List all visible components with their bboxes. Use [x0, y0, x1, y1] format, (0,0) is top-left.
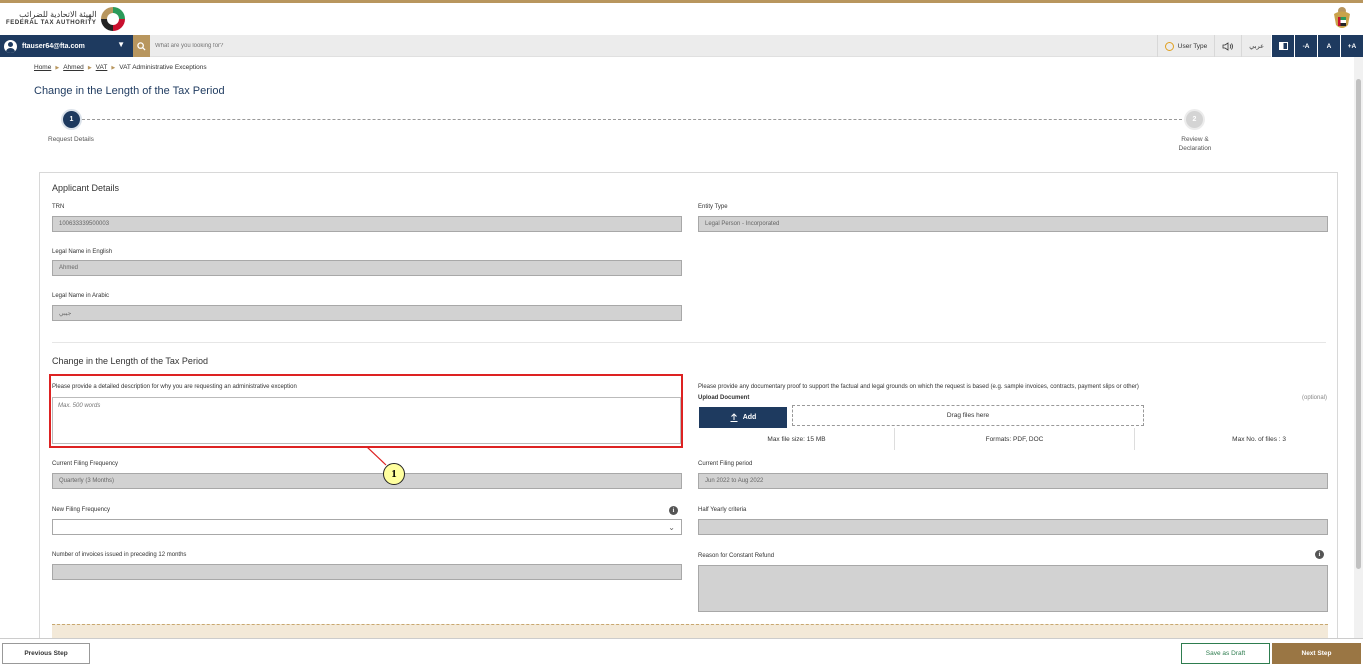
file-formats: Formats: PDF, DOC: [895, 428, 1135, 450]
trn-label: TRN: [52, 204, 65, 210]
optional-label: (optional): [1301, 395, 1327, 401]
language-toggle[interactable]: عربي: [1241, 35, 1271, 57]
legal-name-english-field: Ahmed: [52, 260, 682, 276]
change-period-title: Change in the Length of the Tax Period: [52, 356, 208, 366]
trn-field: 100633339500003: [52, 216, 682, 232]
font-normal-button[interactable]: A: [1317, 35, 1340, 57]
current-filing-frequency-label: Current Filing Frequency: [52, 461, 119, 467]
entity-type-field: Legal Person - Incorporated: [698, 216, 1328, 232]
contrast-button[interactable]: [1271, 35, 1294, 57]
legal-name-english-label: Legal Name in English: [52, 249, 113, 255]
save-as-draft-button[interactable]: Save as Draft: [1181, 643, 1270, 664]
header: الهيئة الاتحادية للضرائب FEDERAL TAX AUT…: [0, 3, 1363, 35]
breadcrumb-ahmed[interactable]: Ahmed: [63, 64, 84, 71]
step-2-indicator: 2: [1186, 111, 1203, 128]
search-input[interactable]: [155, 38, 755, 54]
max-files: Max No. of files : 3: [1232, 435, 1286, 443]
user-account-dropdown[interactable]: ftauser64@fta.com ▼: [0, 35, 133, 57]
reason-constant-refund-field: [698, 565, 1328, 612]
highlight-annotation-box: [49, 374, 683, 448]
add-document-button[interactable]: Add: [699, 407, 787, 428]
vertical-scrollbar[interactable]: [1354, 57, 1363, 642]
breadcrumb-separator-icon: ▶: [55, 64, 60, 71]
legal-name-arabic-label: Legal Name in Arabic: [52, 293, 110, 299]
speaker-button[interactable]: [1214, 35, 1241, 57]
max-file-size: Max file size: 15 MB: [699, 428, 895, 450]
number-of-invoices-label: Number of invoices issued in preceding 1…: [52, 552, 187, 558]
footer-bar: Previous Step Save as Draft Next Step: [0, 638, 1363, 666]
top-navbar: ftauser64@fta.com ▼ User Type عربي -A A …: [0, 35, 1363, 57]
breadcrumb-vat[interactable]: VAT: [96, 64, 108, 71]
upload-icon: [730, 413, 738, 422]
stepper-line: [72, 119, 1187, 120]
form-panel: Applicant Details TRN 100633339500003 En…: [39, 172, 1338, 644]
step-2-label: Review & Declaration: [1178, 136, 1212, 152]
new-filing-frequency-select[interactable]: ⌄: [52, 519, 682, 535]
info-icon[interactable]: i: [1315, 550, 1324, 559]
font-decrease-button[interactable]: -A: [1294, 35, 1317, 57]
logo-arabic-text: الهيئة الاتحادية للضرائب: [19, 10, 97, 19]
contrast-icon: [1278, 42, 1288, 50]
fta-logo[interactable]: الهيئة الاتحادية للضرائب FEDERAL TAX AUT…: [6, 6, 125, 32]
entity-type-label: Entity Type: [698, 204, 728, 210]
search-icon: [137, 41, 146, 51]
current-filing-period-field: Jun 2022 to Aug 2022: [698, 473, 1328, 489]
fta-logo-icon: [100, 7, 125, 31]
half-yearly-criteria-label: Half Yearly criteria: [698, 507, 747, 513]
current-filing-period-label: Current Filing period: [698, 461, 753, 467]
step-1-indicator: 1: [63, 111, 80, 128]
uae-emblem-icon: [1334, 7, 1350, 28]
user-type-icon: [1164, 41, 1174, 51]
legal-name-arabic-field: جيبي: [52, 305, 682, 321]
user-icon: [4, 39, 17, 53]
info-icon[interactable]: i: [669, 506, 678, 515]
reason-constant-refund-label: Reason for Constant Refund: [698, 553, 775, 559]
previous-step-button[interactable]: Previous Step: [2, 643, 90, 664]
chevron-down-icon: ▼: [117, 40, 125, 49]
logo-english-text: FEDERAL TAX AUTHORITY: [6, 20, 97, 26]
font-increase-button[interactable]: +A: [1340, 35, 1363, 57]
scrollbar-thumb[interactable]: [1356, 79, 1361, 569]
breadcrumb-current: VAT Administrative Exceptions: [119, 64, 207, 71]
upload-document-label: Upload Document: [698, 395, 750, 401]
breadcrumb: Home ▶ Ahmed ▶ VAT ▶ VAT Administrative …: [34, 64, 207, 71]
speaker-icon: [1222, 41, 1234, 51]
step-1-label: Request Details: [48, 136, 94, 143]
new-filing-frequency-label: New Filing Frequency: [52, 507, 111, 513]
breadcrumb-home[interactable]: Home: [34, 64, 51, 71]
chevron-down-icon: ⌄: [668, 523, 675, 532]
progress-stepper: 1 2 Request Details Review & Declaration: [48, 110, 1218, 155]
breadcrumb-separator-icon: ▶: [111, 64, 116, 71]
breadcrumb-separator-icon: ▶: [87, 64, 92, 71]
page-title: Change in the Length of the Tax Period: [34, 85, 225, 97]
add-button-label: Add: [742, 414, 757, 421]
applicant-details-title: Applicant Details: [52, 183, 120, 193]
user-type-label: User Type: [1177, 42, 1208, 50]
callout-marker: 1: [383, 463, 405, 485]
next-step-button[interactable]: Next Step: [1272, 643, 1361, 664]
user-type-button[interactable]: User Type: [1156, 35, 1215, 57]
section-divider: [52, 342, 1326, 343]
half-yearly-criteria-field: [698, 519, 1328, 535]
number-of-invoices-field: [52, 564, 682, 580]
user-email: ftauser64@fta.com: [22, 42, 85, 50]
search-button[interactable]: [133, 35, 150, 57]
proof-label: Please provide any documentary proof to …: [698, 384, 1139, 390]
file-drop-zone[interactable]: Drag files here: [792, 405, 1144, 426]
